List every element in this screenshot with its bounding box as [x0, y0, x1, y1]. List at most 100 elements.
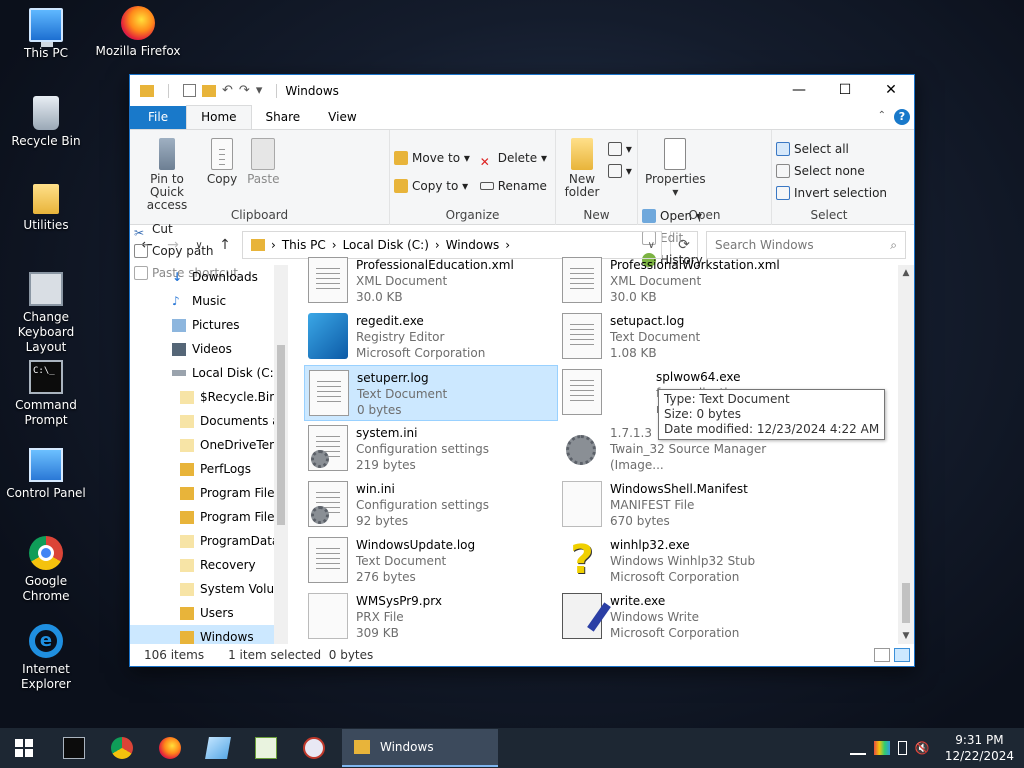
- desktop-icon-firefox[interactable]: Mozilla Firefox: [92, 6, 184, 59]
- config-settings-icon: [308, 425, 348, 471]
- nav-item-documents[interactable]: Documents a: [130, 409, 288, 433]
- desktop-icon-command-prompt[interactable]: C:\_ Command Prompt: [0, 360, 92, 428]
- desktop-icon-chrome[interactable]: Google Chrome: [0, 536, 92, 604]
- taskbar-firefox[interactable]: [146, 728, 194, 768]
- file-item[interactable]: regedit.exe Registry Editor Microsoft Co…: [304, 309, 558, 365]
- desktop-icon-keyboard-layout[interactable]: Change Keyboard Layout: [0, 272, 92, 355]
- xml-document-icon: [562, 257, 602, 303]
- network-icon[interactable]: [849, 741, 866, 755]
- select-none-button[interactable]: Select none: [776, 160, 887, 182]
- taskbar-task-windows-explorer[interactable]: Windows: [342, 729, 498, 767]
- nav-item-music[interactable]: ♪ Music: [130, 289, 288, 313]
- nav-item-pictures[interactable]: Pictures: [130, 313, 288, 337]
- tiles-view-icon[interactable]: [894, 648, 910, 662]
- usb-device-icon[interactable]: [897, 741, 907, 755]
- taskbar-paint-app[interactable]: [290, 728, 338, 768]
- scroll-up-icon[interactable]: ▲: [898, 265, 914, 281]
- undo-icon[interactable]: ↶: [222, 83, 233, 98]
- tab-file[interactable]: File: [130, 106, 187, 129]
- file-item[interactable]: ProfessionalWorkstation.xml XML Document…: [558, 253, 812, 309]
- taskbar-command-prompt[interactable]: [50, 728, 98, 768]
- desktop-icon-recycle-bin[interactable]: Recycle Bin: [0, 96, 92, 149]
- color-display-icon[interactable]: [873, 741, 890, 755]
- nav-item-perflogs[interactable]: PerfLogs: [130, 457, 288, 481]
- file-item[interactable]: setupact.log Text Document 1.08 KB: [558, 309, 812, 365]
- nav-item-recycle-bin-folder[interactable]: $Recycle.Bin: [130, 385, 288, 409]
- tab-home[interactable]: Home: [186, 105, 252, 129]
- nav-item-system-volume[interactable]: System Volun: [130, 577, 288, 601]
- copy-to-button[interactable]: Copy to ▾: [394, 172, 470, 200]
- file-item[interactable]: win.ini Configuration settings 92 bytes: [304, 477, 558, 533]
- terminal-icon: [63, 737, 85, 759]
- properties-quick-icon[interactable]: [183, 84, 196, 97]
- desktop-icon-control-panel[interactable]: Control Panel: [0, 448, 92, 501]
- scroll-thumb[interactable]: [902, 583, 910, 623]
- new-item-button[interactable]: ▾: [607, 138, 632, 160]
- move-to-button[interactable]: Move to ▾: [394, 144, 470, 172]
- nav-item-videos[interactable]: Videos: [130, 337, 288, 361]
- nav-item-users[interactable]: Users: [130, 601, 288, 625]
- file-item[interactable]: system.ini Configuration settings 219 by…: [304, 421, 558, 477]
- file-list-scrollbar[interactable]: ▲ ▼: [898, 265, 914, 644]
- nav-pane-scrollbar[interactable]: [274, 265, 288, 644]
- folder-icon: [180, 486, 194, 500]
- easy-access-button[interactable]: ▾: [607, 160, 632, 182]
- customize-dropdown-icon[interactable]: ▾: [256, 83, 263, 98]
- copy-path-button[interactable]: Copy path: [134, 240, 238, 262]
- nav-item-program-files[interactable]: Program Files: [130, 481, 288, 505]
- nav-item-onedrivetemp[interactable]: OneDriveTem: [130, 433, 288, 457]
- nav-item-local-disk[interactable]: Local Disk (C:): [130, 361, 288, 385]
- maximize-button[interactable]: ☐: [822, 75, 868, 106]
- desktop-icon-utilities[interactable]: Utilities: [0, 184, 92, 233]
- taskbar-notebook-app[interactable]: [194, 728, 242, 768]
- properties-icon: [664, 138, 687, 170]
- file-item[interactable]: ProfessionalEducation.xml XML Document 3…: [304, 253, 558, 309]
- scroll-down-icon[interactable]: ▼: [898, 628, 914, 644]
- pin-quick-access-button[interactable]: Pin to Quick access: [134, 134, 200, 214]
- new-folder-button[interactable]: New folder: [560, 134, 604, 201]
- copy-button[interactable]: Copy: [204, 134, 240, 188]
- paste-button[interactable]: Paste: [244, 134, 282, 188]
- help-button[interactable]: ?: [894, 109, 910, 125]
- taskbar-spreadsheet-app[interactable]: [242, 728, 290, 768]
- nav-item-windows[interactable]: Windows: [130, 625, 288, 644]
- desktop-icon-label: Recycle Bin: [11, 134, 81, 148]
- breadcrumb-local-disk[interactable]: Local Disk (C:): [343, 238, 429, 252]
- start-button[interactable]: [0, 728, 48, 768]
- file-item[interactable]: WMSysPr9.prx PRX File 309 KB: [304, 589, 558, 645]
- file-item[interactable]: WindowsUpdate.log Text Document 276 byte…: [304, 533, 558, 589]
- taskbar-chrome[interactable]: [98, 728, 146, 768]
- nav-item-program-files-x86[interactable]: Program Files: [130, 505, 288, 529]
- desktop-icon-internet-explorer[interactable]: e Internet Explorer: [0, 624, 92, 692]
- tab-share[interactable]: Share: [252, 106, 315, 129]
- gear-icon: [311, 506, 329, 524]
- new-folder-quick-icon[interactable]: [202, 84, 216, 97]
- volume-muted-icon[interactable]: 🔇: [915, 741, 931, 755]
- collapse-ribbon-icon[interactable]: ⌃: [878, 110, 886, 121]
- redo-icon[interactable]: ↷: [239, 83, 250, 98]
- file-item[interactable]: WindowsShell.Manifest MANIFEST File 670 …: [558, 477, 812, 533]
- folder-icon: [180, 558, 194, 572]
- nav-item-downloads[interactable]: ↓ Downloads: [130, 265, 288, 289]
- address-dropdown-icon[interactable]: ∨: [648, 240, 655, 251]
- clock[interactable]: 9:31 PM 12/22/2024: [945, 732, 1014, 764]
- desktop-icon-this-pc[interactable]: This PC: [0, 8, 92, 61]
- rename-button[interactable]: Rename: [479, 172, 547, 200]
- desktop-icon-label: Google Chrome: [22, 574, 70, 603]
- delete-button[interactable]: ✕ Delete ▾: [480, 144, 547, 172]
- file-item[interactable]: write.exe Windows Write Microsoft Corpor…: [558, 589, 812, 645]
- file-item[interactable]: ? winhlp32.exe Windows Winhlp32 Stub Mic…: [558, 533, 812, 589]
- close-button[interactable]: ✕: [868, 75, 914, 106]
- tab-view[interactable]: View: [314, 106, 370, 129]
- minimize-button[interactable]: —: [776, 75, 822, 106]
- select-all-button[interactable]: Select all: [776, 138, 887, 160]
- breadcrumb-windows[interactable]: Windows: [446, 238, 500, 252]
- ribbon-group-open: Properties ▾ Open ▾ Edit History Open: [638, 130, 772, 267]
- details-view-icon[interactable]: [874, 648, 890, 662]
- file-item-selected[interactable]: setuperr.log Text Document 0 bytes: [304, 365, 558, 421]
- properties-button[interactable]: Properties ▾: [642, 134, 709, 201]
- nav-item-recovery[interactable]: Recovery: [130, 553, 288, 577]
- breadcrumb-this-pc[interactable]: This PC: [282, 238, 326, 252]
- nav-item-programdata[interactable]: ProgramData: [130, 529, 288, 553]
- invert-selection-button[interactable]: Invert selection: [776, 182, 887, 204]
